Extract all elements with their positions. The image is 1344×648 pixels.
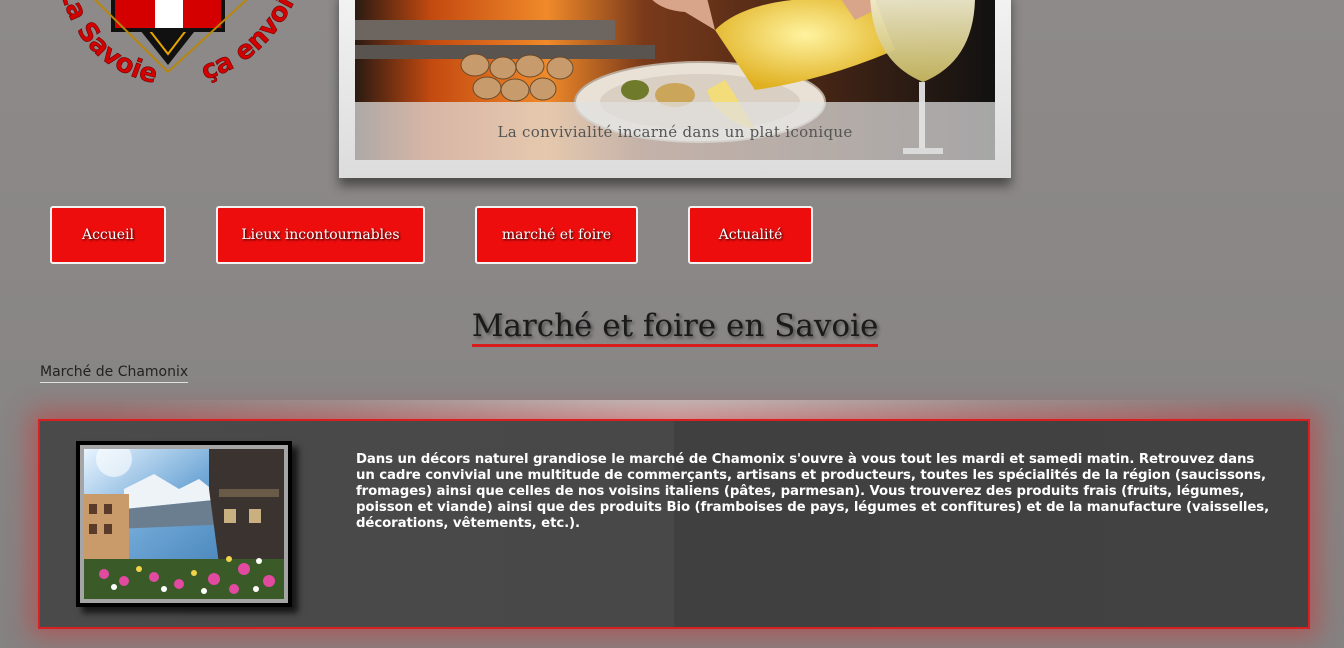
market-description: Dans un décors naturel grandiose le marc… (356, 452, 1270, 531)
slide-image: La convivialité incarné dans un plat ico… (355, 0, 995, 160)
nav-actualite-button[interactable]: Actualité (688, 206, 813, 264)
nav-accueil-button[interactable]: Accueil (50, 206, 166, 264)
page-title: Marché et foire en Savoie (471, 308, 879, 347)
page-title-wrap: Marché et foire en Savoie (0, 306, 1344, 347)
slide-caption: La convivialité incarné dans un plat ico… (497, 123, 853, 141)
section-link-chamonix[interactable]: Marché de Chamonix (40, 364, 189, 383)
market-card: Dans un décors naturel grandiose le marc… (38, 419, 1310, 629)
nav-marche-button[interactable]: marché et foire (475, 206, 638, 264)
slide-caption-band: La convivialité incarné dans un plat ico… (355, 102, 995, 160)
site-logo[interactable]: La Savoie ça envoie (40, 0, 310, 95)
photo-frame (76, 441, 292, 607)
chamonix-photo (84, 449, 284, 599)
image-slider[interactable]: La convivialité incarné dans un plat ico… (339, 0, 1011, 178)
nav-lieux-button[interactable]: Lieux incontournables (216, 206, 425, 264)
